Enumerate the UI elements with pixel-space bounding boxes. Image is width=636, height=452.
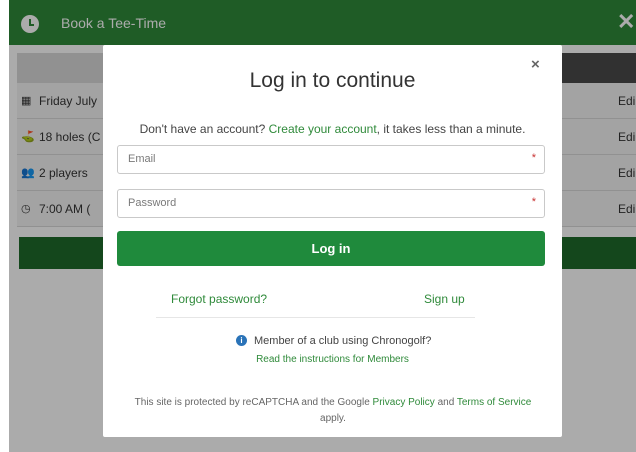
- captcha-suffix: apply.: [320, 413, 346, 424]
- modal-title: Log in to continue: [249, 69, 416, 92]
- captcha-and: and: [434, 397, 457, 408]
- app-frame: Book a Tee-Time ✕ ▦ Friday July Edi ⛳ 18…: [0, 0, 636, 452]
- password-field[interactable]: Password *: [117, 189, 545, 218]
- login-button[interactable]: Log in: [117, 231, 545, 266]
- create-account-link[interactable]: Create your account: [269, 122, 377, 136]
- close-icon[interactable]: ×: [531, 56, 540, 73]
- left-gutter: [0, 0, 9, 452]
- info-icon: i: [236, 335, 247, 346]
- divider: [156, 317, 475, 318]
- booking-panel: Book a Tee-Time ✕ ▦ Friday July Edi ⛳ 18…: [9, 0, 636, 452]
- member-instructions-link[interactable]: Read the instructions for Members: [103, 354, 562, 365]
- captcha-text: This site is protected by reCAPTCHA and …: [134, 397, 373, 408]
- email-placeholder: Email: [128, 153, 156, 165]
- required-marker: *: [531, 152, 536, 164]
- forgot-password-link[interactable]: Forgot password?: [171, 292, 267, 306]
- member-question: Member of a club using Chronogolf?: [254, 335, 432, 347]
- sign-up-link[interactable]: Sign up: [424, 292, 465, 306]
- create-account-line: Don't have an account? Create your accou…: [103, 122, 562, 136]
- login-modal: Log in to continue × Don't have an accou…: [103, 45, 562, 437]
- terms-of-service-link[interactable]: Terms of Service: [457, 397, 531, 408]
- no-account-suffix: , it takes less than a minute.: [376, 122, 526, 136]
- required-marker: *: [531, 196, 536, 208]
- email-field[interactable]: Email *: [117, 145, 545, 174]
- privacy-policy-link[interactable]: Privacy Policy: [373, 397, 435, 408]
- password-placeholder: Password: [128, 197, 177, 209]
- recaptcha-notice: This site is protected by reCAPTCHA and …: [123, 395, 543, 427]
- no-account-text: Don't have an account?: [139, 122, 269, 136]
